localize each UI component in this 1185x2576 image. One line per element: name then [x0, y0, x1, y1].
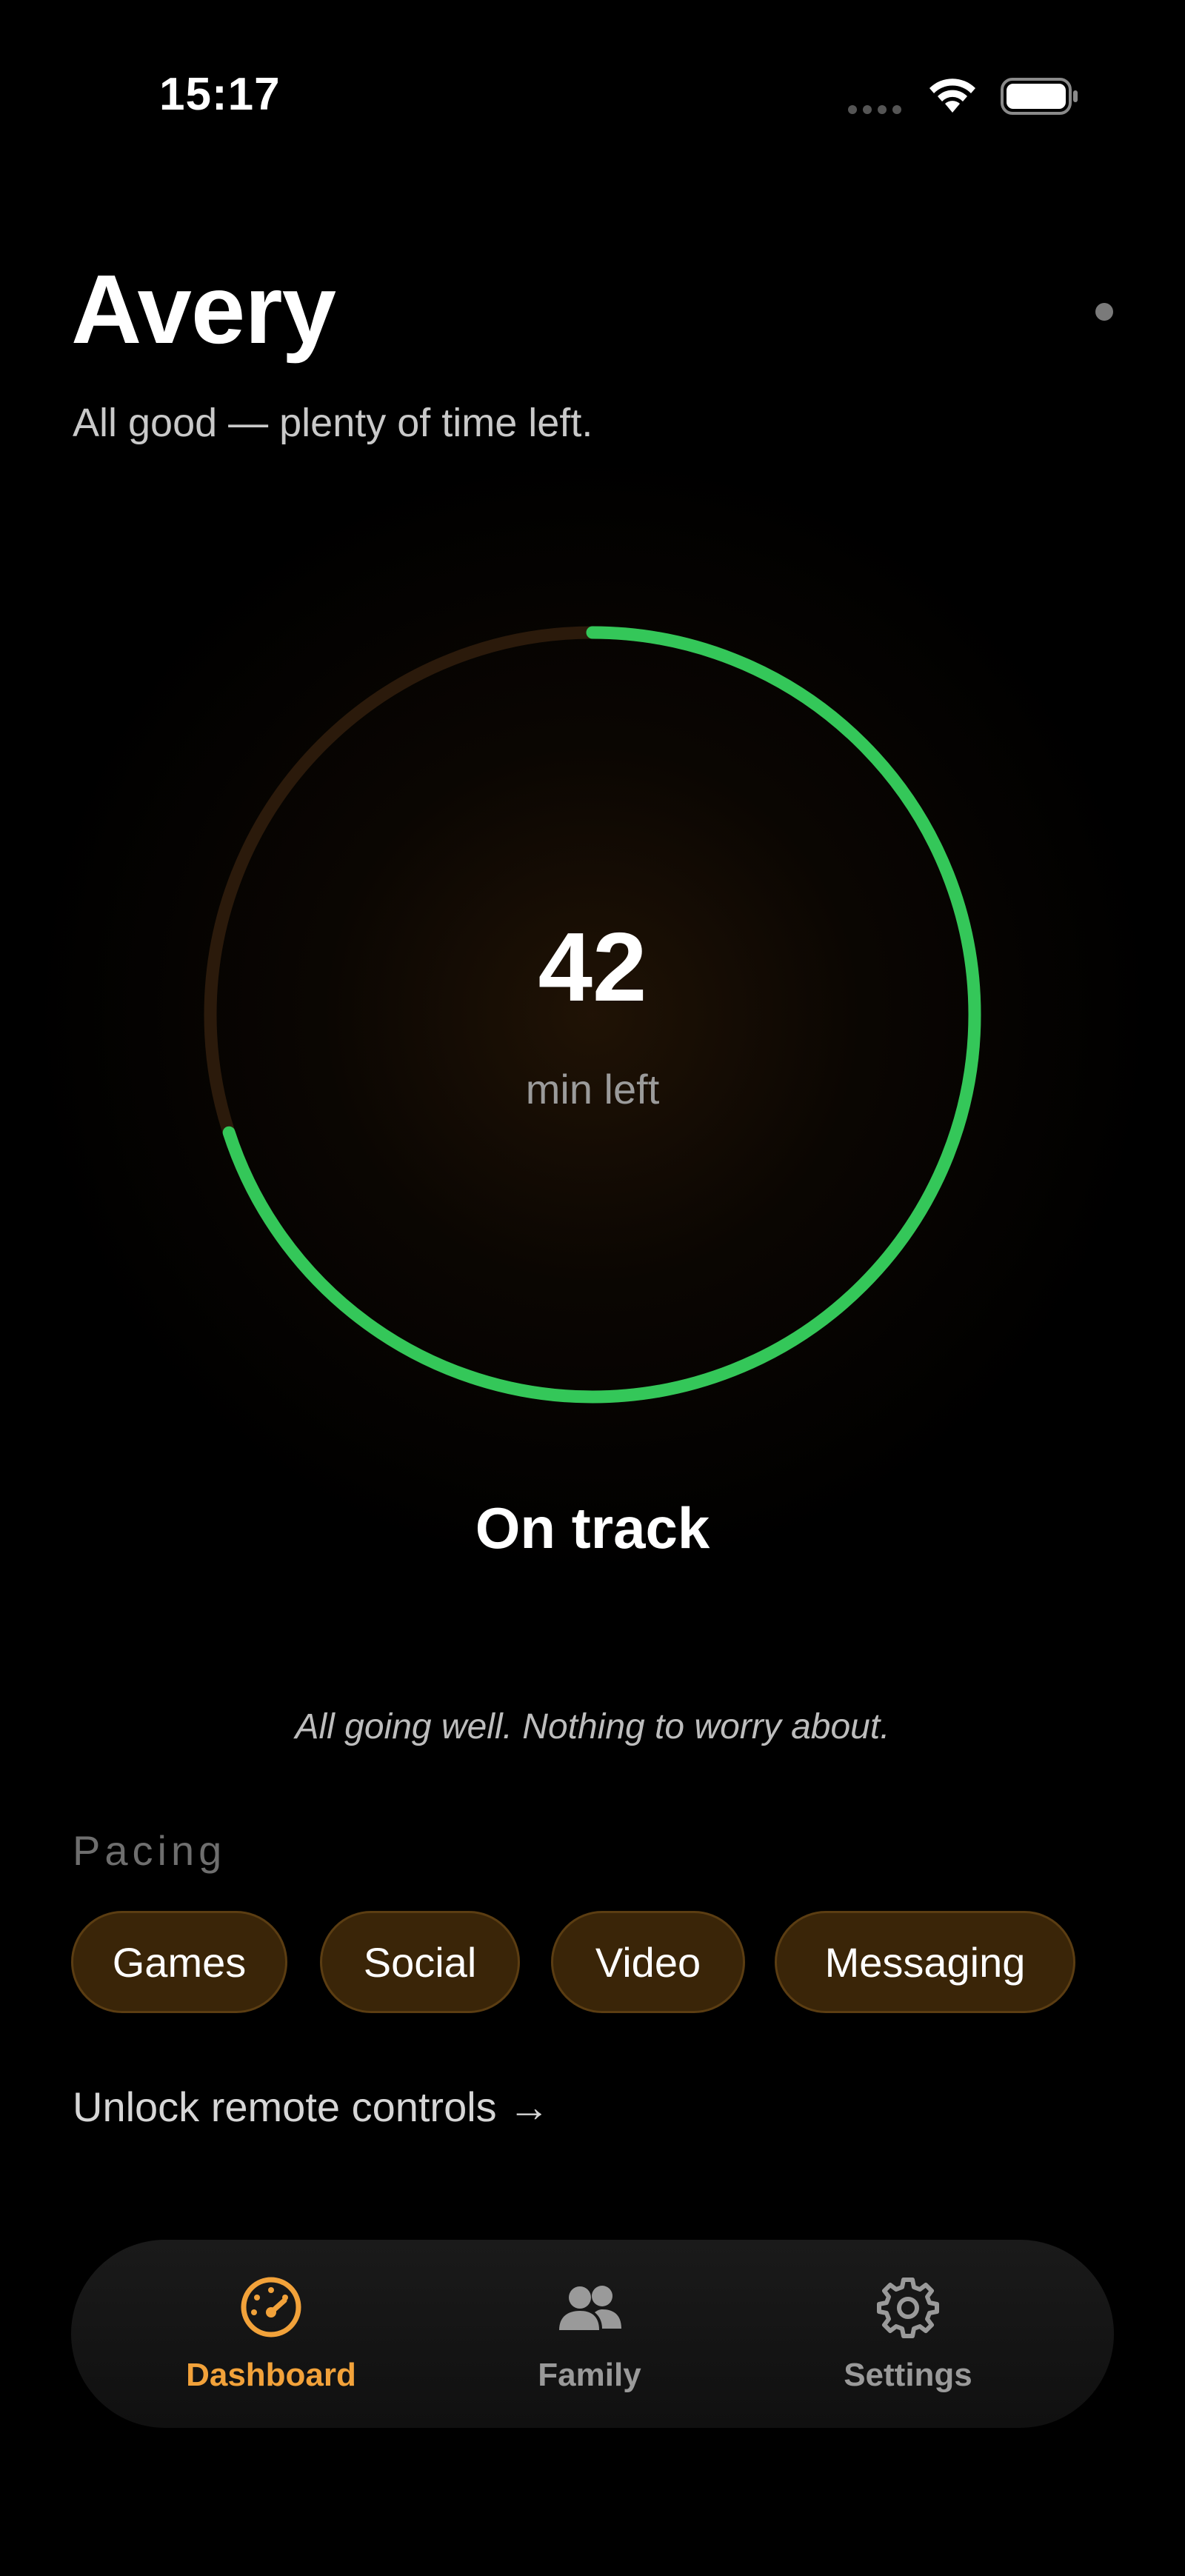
gear-icon [877, 2278, 939, 2338]
minutes-left-value: 42 [538, 912, 647, 1021]
pacing-section-label: Pacing [73, 1827, 227, 1874]
battery-icon [1001, 78, 1078, 115]
pacing-chip-social[interactable]: Social [320, 1911, 520, 2013]
tab-bar: Dashboard Family Settings [71, 2240, 1114, 2428]
wifi-icon [929, 79, 975, 113]
cellular-signal-icon [848, 105, 901, 114]
status-bar-time: 15:17 [159, 69, 281, 120]
tab-settings-label: Settings [844, 2357, 972, 2393]
family-people-icon [559, 2286, 621, 2330]
pacing-chip-video[interactable]: Video [551, 1911, 745, 2013]
unlock-remote-controls-link[interactable]: Unlock remote controls → [73, 2083, 550, 2131]
tab-settings[interactable]: Settings [812, 2240, 1004, 2428]
child-name-title: Avery [71, 255, 336, 364]
minutes-left-unit: min left [525, 1066, 660, 1112]
tab-dashboard-label: Dashboard [186, 2357, 356, 2393]
track-status-label: On track [475, 1495, 710, 1561]
tab-family-label: Family [538, 2357, 641, 2393]
pacing-chip-games[interactable]: Games [71, 1911, 287, 2013]
dashboard-gauge-icon [241, 2277, 301, 2338]
tab-family[interactable]: Family [501, 2240, 678, 2428]
more-options-dot[interactable] [1095, 303, 1113, 321]
pacing-chip-messaging[interactable]: Messaging [775, 1911, 1075, 2013]
status-note: All going well. Nothing to worry about. [295, 1707, 890, 1746]
status-subtitle: All good — plenty of time left. [73, 401, 593, 445]
tab-dashboard[interactable]: Dashboard [182, 2240, 360, 2428]
